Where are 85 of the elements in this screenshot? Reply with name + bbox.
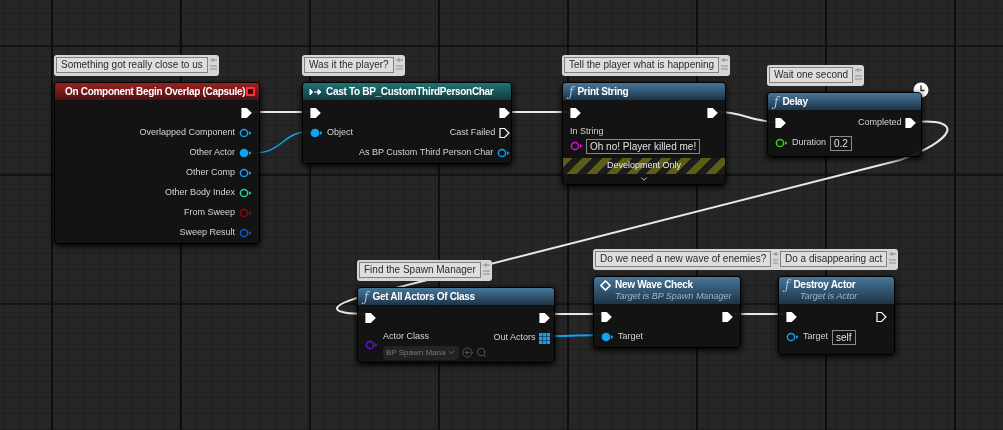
chevron-down-icon: [447, 348, 457, 357]
comment-text: Find the Spawn Manager: [359, 262, 481, 278]
exec-pin-icon[interactable]: [539, 312, 551, 324]
exec-pin-icon[interactable]: [601, 311, 612, 323]
node-title: New Wave Check: [615, 279, 693, 291]
comment-bubble[interactable]: Wait one second: [767, 65, 865, 86]
exec-pin-icon[interactable]: [310, 107, 321, 119]
comment-bubble[interactable]: Find the Spawn Manager: [357, 260, 492, 281]
pin-label: As BP Custom Third Person Char: [359, 146, 494, 160]
pin-label: Actor Class: [383, 330, 430, 343]
pin-label: Cast Failed: [449, 126, 496, 140]
node-title: Get All Actors Of Class: [372, 290, 475, 303]
blueprint-node[interactable]: New Wave Check Target is BP Spawn Manager Target: [593, 276, 741, 348]
data-pin-icon[interactable]: [310, 128, 323, 138]
comment-text: Wait one second: [769, 67, 854, 83]
function-icon: ƒ: [364, 290, 369, 303]
value-field[interactable]: 0.2: [830, 135, 852, 151]
exec-pin-icon[interactable]: [786, 311, 797, 323]
blueprint-node[interactable]: Cast To BP_CustomThirdPersonChar Object Cast Failed As BP Custom Third Person Char: [302, 82, 512, 164]
pin-label: Other Body Index: [164, 186, 235, 200]
data-pin-icon[interactable]: [570, 141, 583, 151]
blueprint-node[interactable]: On Component Begin Overlap (Capsule) Overlapped Component Other Actor Other Comp Other Body Index From Sweep Sweep Result: [54, 82, 260, 244]
pin-label: Sweep Result: [179, 226, 235, 240]
exec-pin-icon[interactable]: [570, 107, 581, 119]
node-title: Destroy Actor: [793, 279, 856, 291]
blueprint-node[interactable]: ƒ Print String In String Oh no! Player killed me! Development Only: [562, 82, 726, 185]
comment-text: Do a disappearing act: [780, 251, 888, 267]
data-pin-icon[interactable]: [601, 332, 614, 342]
array-pin-icon[interactable]: [539, 332, 551, 344]
exec-pin-icon[interactable]: [722, 311, 733, 323]
data-pin-icon[interactable]: [775, 138, 788, 148]
search-icon[interactable]: [476, 347, 488, 358]
blueprint-node[interactable]: ƒ Get All Actors Of Class Actor Class BP Spawn Mana Out Actors: [357, 287, 555, 363]
event-icon: [600, 279, 611, 291]
pin-label: From Sweep: [183, 206, 235, 220]
pin-label: Other Actor: [189, 146, 235, 160]
node-subtitle: Target is BP Spawn Manager: [614, 291, 733, 302]
data-pin-icon[interactable]: [239, 128, 252, 138]
data-pin-icon[interactable]: [497, 148, 511, 158]
comment-bubble[interactable]: Something got really close to us: [54, 55, 219, 76]
data-pin-icon[interactable]: [239, 188, 252, 198]
exec-pin-icon[interactable]: [905, 117, 917, 129]
cast-arrow-icon: [309, 87, 322, 96]
pin-label: In String: [570, 125, 605, 138]
data-pin-icon[interactable]: [239, 148, 252, 158]
comment-pin-icon[interactable]: [773, 251, 781, 265]
blueprint-node[interactable]: ƒ Destroy Actor Target is Actor Target self: [778, 276, 895, 355]
comment-bubble[interactable]: Tell the player what is happening: [562, 55, 731, 76]
node-title: Print String: [577, 85, 629, 98]
exec-pin-icon[interactable]: [707, 107, 718, 119]
data-pin-icon[interactable]: [786, 332, 799, 342]
comment-text: Tell the player what is happening: [564, 57, 720, 73]
node-title: Delay: [782, 95, 808, 108]
function-icon: ƒ: [785, 279, 790, 291]
development-only-label: Development Only: [606, 161, 681, 170]
exec-pin-icon[interactable]: [365, 312, 376, 324]
string-input-field[interactable]: Oh no! Player killed me!: [586, 138, 701, 154]
exec-pin-icon[interactable]: [241, 107, 252, 119]
exec-pin-icon[interactable]: [499, 107, 511, 119]
pin-label: Target: [803, 330, 828, 344]
comment-text: Something got really close to us: [56, 57, 208, 73]
node-title: Cast To BP_CustomThirdPersonChar: [326, 85, 494, 98]
comment-text: Do we need a new wave of enemies?: [595, 251, 772, 267]
function-icon: ƒ: [569, 85, 574, 98]
function-icon: ƒ: [774, 95, 779, 108]
node-title: On Component Begin Overlap (Capsule): [65, 85, 246, 98]
class-dropdown[interactable]: BP Spawn Mana: [383, 345, 460, 360]
exec-pin-icon[interactable]: [775, 117, 786, 129]
pin-label: Duration: [792, 136, 827, 150]
value-field[interactable]: self: [832, 329, 856, 345]
comment-text: Was it the player?: [304, 57, 394, 73]
exec-pin-icon[interactable]: [876, 311, 887, 323]
pin-label: Out Actors: [493, 331, 536, 345]
data-pin-icon[interactable]: [239, 168, 252, 178]
pin-label: Overlapped Component: [139, 126, 235, 140]
pin-label: Target: [618, 330, 643, 344]
node-subtitle: Target is Actor: [799, 291, 859, 302]
delegate-icon[interactable]: [246, 87, 255, 96]
exec-pin-icon[interactable]: [499, 127, 511, 139]
comment-bubble[interactable]: Was it the player?: [302, 55, 405, 76]
pin-label: Other Comp: [185, 166, 235, 180]
pin-label: Object: [327, 126, 353, 140]
pin-label: Completed: [857, 116, 902, 130]
comment-bubble[interactable]: Do a disappearing act: [778, 249, 899, 270]
blueprint-node[interactable]: ƒ Delay Duration 0.2 Completed: [767, 92, 922, 157]
